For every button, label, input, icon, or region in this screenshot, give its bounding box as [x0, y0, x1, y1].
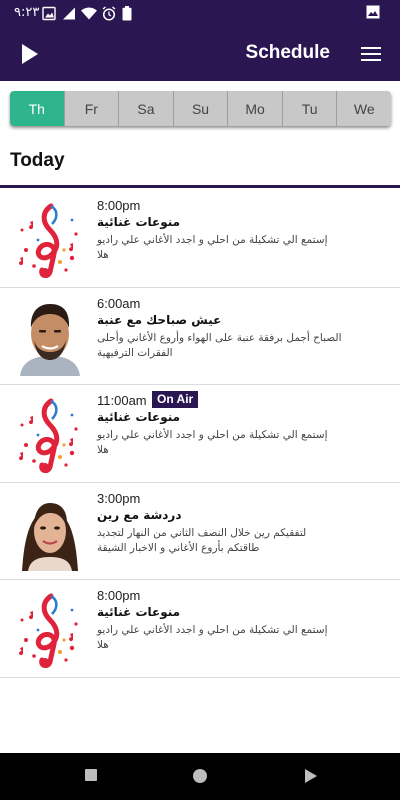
- host-photo-female: [12, 492, 88, 571]
- music-note-thumbnail: [19, 398, 78, 473]
- wifi-icon: [81, 7, 97, 20]
- app-bar: Schedule: [0, 27, 400, 81]
- show-description: إستمع الي تشكيلة من احلي و اجدد الأغاني …: [97, 429, 328, 456]
- host-photo-male: [12, 297, 88, 376]
- day-selector: Th Fr Sa Su Mo Tu We: [10, 91, 391, 126]
- show-time: 3:00pm: [97, 490, 141, 506]
- show-description: الصباح أجمل برفقة عنبة على الهواء وأروع …: [97, 331, 342, 359]
- schedule-row[interactable]: 3:00pm دردشة مع رين لتفقيكم رين خلال الن…: [0, 483, 400, 580]
- show-description: لتفقيكم رين خلال النصف الثاني من النهار …: [97, 526, 307, 554]
- tab-monday[interactable]: Mo: [228, 91, 283, 126]
- music-note-thumbnail: [19, 203, 78, 278]
- home-circle-icon[interactable]: [192, 768, 208, 784]
- show-time: 6:00am: [97, 295, 141, 311]
- show-title: منوعات غنائية: [97, 605, 181, 619]
- battery-icon: [122, 6, 132, 21]
- image-icon: [366, 5, 380, 19]
- status-time: ٩:٢٣: [14, 5, 40, 20]
- show-title: منوعات غنائية: [97, 410, 181, 424]
- hamburger-menu-icon[interactable]: [360, 43, 382, 65]
- page-title: Schedule: [245, 42, 330, 63]
- tab-thursday[interactable]: Th: [10, 91, 65, 126]
- music-note-thumbnail: [19, 593, 78, 668]
- play-icon[interactable]: [18, 41, 42, 67]
- status-bar: ٩:٢٣: [0, 0, 400, 27]
- system-nav-bar: [0, 753, 400, 800]
- show-title: منوعات غنائية: [97, 215, 181, 229]
- show-description: إستمع الي تشكيلة من احلي و اجدد الأغاني …: [97, 234, 328, 261]
- section-divider: [0, 185, 400, 188]
- alarm-icon: [102, 6, 116, 21]
- tab-tuesday[interactable]: Tu: [282, 91, 338, 126]
- tab-friday[interactable]: Fr: [64, 91, 120, 126]
- tab-wednesday[interactable]: We: [337, 91, 391, 126]
- show-time: 8:00pm: [97, 198, 141, 213]
- schedule-row[interactable]: 6:00am عيش صباحك مع عنبة الصباح أجمل برف…: [0, 288, 400, 385]
- tab-saturday[interactable]: Sa: [119, 91, 174, 126]
- signal-icon: [63, 7, 75, 20]
- schedule-row[interactable]: 11:00am On Air منوعات غنائية إستمع الي ت…: [0, 385, 400, 483]
- schedule-row[interactable]: 8:00pm منوعات غنائية إستمع الي تشكيلة من…: [0, 580, 400, 678]
- tab-sunday[interactable]: Su: [173, 91, 229, 126]
- show-description: إستمع الي تشكيلة من احلي و اجدد الأغاني …: [97, 624, 328, 651]
- schedule-list: 8:00pm منوعات غنائية إستمع الي تشكيلة من…: [0, 190, 400, 678]
- gallery-icon: [42, 6, 56, 21]
- show-title: دردشة مع رين: [97, 507, 182, 522]
- schedule-row[interactable]: 8:00pm منوعات غنائية إستمع الي تشكيلة من…: [0, 190, 400, 288]
- section-title: Today: [10, 150, 65, 171]
- show-time: 8:00pm: [97, 588, 141, 603]
- show-title: عيش صباحك مع عنبة: [97, 312, 222, 327]
- recents-square-icon[interactable]: [84, 768, 98, 782]
- back-triangle-icon[interactable]: [304, 768, 318, 784]
- on-air-badge: On Air: [152, 391, 199, 408]
- show-time: 11:00am: [97, 393, 147, 408]
